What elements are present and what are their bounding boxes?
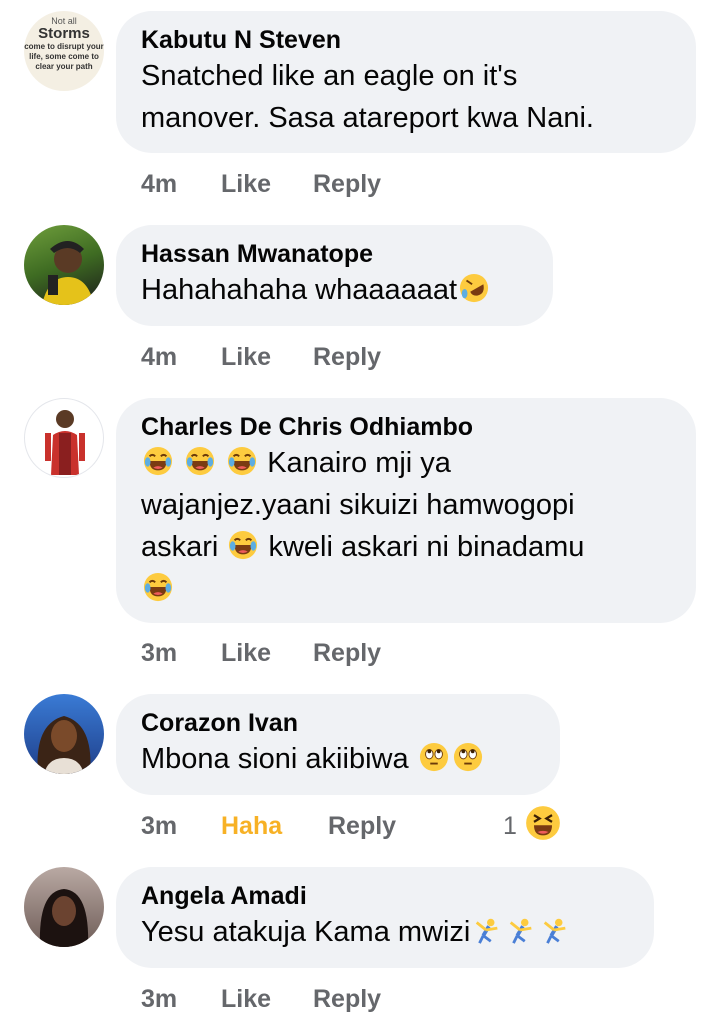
comment-bubble[interactable]: Charles De Chris Odhiambo Kanairo mji ya… xyxy=(116,398,696,623)
avatar[interactable] xyxy=(24,398,104,478)
comment-time: 4m xyxy=(141,170,178,198)
like-button[interactable]: Like xyxy=(221,982,271,1016)
reply-button[interactable]: Reply xyxy=(313,636,381,670)
comment-text: Hahahahaha whaaaaaat xyxy=(141,274,458,306)
comment-text-line: Hahahahaha whaaaaaat xyxy=(141,269,529,311)
person-icon xyxy=(45,410,85,475)
haha-button[interactable]: Haha xyxy=(221,809,282,843)
comment-author[interactable]: Charles De Chris Odhiambo xyxy=(141,412,672,442)
comment-bubble[interactable]: Hassan Mwanatope Hahahahaha whaaaaaat xyxy=(116,225,553,326)
comment-bubble[interactable]: Angela Amadi Yesu atakuja Kama mwizi xyxy=(116,867,654,968)
comment-author[interactable]: Hassan Mwanatope xyxy=(141,239,529,269)
comment-author[interactable]: Kabutu N Steven xyxy=(141,25,672,55)
comment-text: Yesu atakuja Kama mwizi xyxy=(141,916,471,948)
person-icon xyxy=(39,889,89,947)
comment-text-line: Mbona sioni akiibiwa xyxy=(141,738,536,780)
laughing-emoji-icon xyxy=(185,446,215,476)
comment-text-line: Kanairo mji ya xyxy=(141,442,672,484)
comment-text-line: Yesu atakuja Kama mwizi xyxy=(141,911,630,953)
comment-text: kweli askari ni binadamu xyxy=(268,531,585,563)
like-button[interactable]: Like xyxy=(221,167,271,201)
eye-roll-emoji-icon xyxy=(419,742,449,772)
comment-text: manover. Sasa atareport kwa Nani. xyxy=(141,102,594,134)
person-icon xyxy=(37,716,91,774)
comment-time: 3m xyxy=(141,985,178,1013)
laughing-emoji-icon xyxy=(143,446,173,476)
reply-button[interactable]: Reply xyxy=(313,340,381,374)
comment-time: 3m xyxy=(141,812,178,840)
haha-reaction-icon[interactable] xyxy=(525,805,561,841)
avatar[interactable] xyxy=(24,694,104,774)
avatar[interactable] xyxy=(24,867,104,947)
comment-time: 4m xyxy=(141,343,178,371)
comment-text-line: askari kweli askari ni binadamu xyxy=(141,526,672,568)
cartwheel-emoji-icon xyxy=(472,915,502,945)
like-button[interactable]: Like xyxy=(221,636,271,670)
reply-button[interactable]: Reply xyxy=(328,809,396,843)
comment-author[interactable]: Corazon Ivan xyxy=(141,708,536,738)
comment-text: wajanjez.yaani sikuizi hamwogopi xyxy=(141,489,575,521)
laughing-emoji-icon xyxy=(228,530,258,560)
comment-time: 3m xyxy=(141,639,178,667)
rofl-emoji-icon xyxy=(459,273,489,303)
comment-bubble[interactable]: Kabutu N Steven Snatched like an eagle o… xyxy=(116,11,696,153)
cartwheel-emoji-icon xyxy=(506,915,536,945)
reply-button[interactable]: Reply xyxy=(313,167,381,201)
avatar-caption: come to disrupt your xyxy=(24,42,104,51)
avatar-caption: clear your path xyxy=(35,62,93,71)
like-button[interactable]: Like xyxy=(221,340,271,374)
comment-bubble[interactable]: Corazon Ivan Mbona sioni akiibiwa xyxy=(116,694,560,795)
cartwheel-emoji-icon xyxy=(540,915,570,945)
avatar[interactable]: Not all Storms come to disrupt your life… xyxy=(24,11,104,91)
eye-roll-emoji-icon xyxy=(453,742,483,772)
comment-text: Snatched like an eagle on it's xyxy=(141,60,518,92)
comment-text: Mbona sioni akiibiwa xyxy=(141,743,409,775)
comment-author[interactable]: Angela Amadi xyxy=(141,881,630,911)
avatar-caption: Storms xyxy=(38,25,90,42)
avatar[interactable] xyxy=(24,225,104,305)
laughing-emoji-icon xyxy=(227,446,257,476)
avatar-caption: life, some come to xyxy=(29,52,99,61)
comment-text-line xyxy=(141,568,672,610)
comment-text: askari xyxy=(141,531,219,563)
comment-text: Kanairo mji ya xyxy=(267,447,451,479)
person-icon xyxy=(42,241,94,305)
laughing-emoji-icon xyxy=(143,572,173,602)
reaction-count[interactable]: 1 xyxy=(503,809,517,843)
reply-button[interactable]: Reply xyxy=(313,982,381,1016)
